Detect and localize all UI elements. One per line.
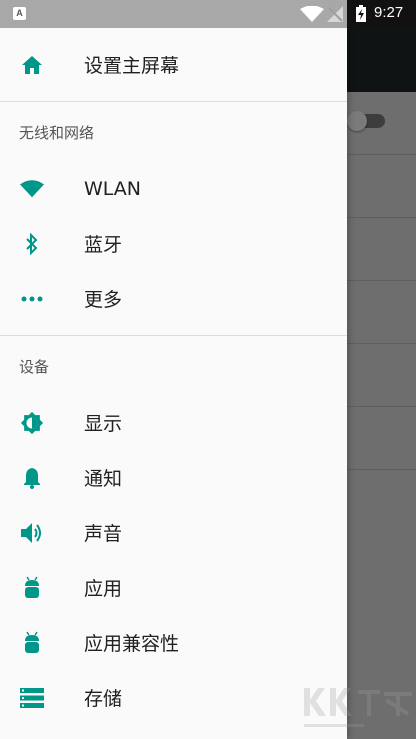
- background-row-divider: [347, 280, 416, 281]
- background-toggle-switch: [347, 111, 385, 131]
- wifi-icon: [20, 177, 44, 201]
- drawer-item-label: 应用: [84, 578, 123, 600]
- drawer-item-sound[interactable]: 声音: [0, 505, 347, 560]
- section-header-device: 设备: [19, 358, 50, 376]
- wifi-status-icon: [300, 6, 324, 22]
- background-row-divider: [347, 154, 416, 155]
- drawer-item-bluetooth[interactable]: 蓝牙: [0, 216, 347, 271]
- battery-charging-icon: [356, 5, 366, 22]
- drawer-item-label: 更多: [84, 289, 123, 311]
- drawer-item-wlan[interactable]: WLAN: [0, 161, 347, 216]
- background-row-divider: [347, 406, 416, 407]
- brightness-icon: [20, 411, 44, 435]
- drawer-item-display[interactable]: 显示: [0, 395, 347, 450]
- screen: A 9:27 设置主屏幕 无线和网络 WLAN 蓝牙 更多 设备 显示 通知 声…: [0, 0, 416, 739]
- section-header-wireless: 无线和网络: [19, 124, 95, 142]
- drawer-divider: [0, 101, 347, 102]
- drawer-item-label: WLAN: [84, 177, 142, 200]
- volume-icon: [20, 521, 44, 545]
- home-icon: [20, 53, 44, 77]
- background-row-divider: [347, 469, 416, 470]
- no-signal-icon: [327, 6, 343, 22]
- watermark-logo: [304, 688, 412, 727]
- bell-icon: [20, 466, 44, 490]
- background-toolbar: [347, 28, 416, 92]
- android-icon: [20, 631, 44, 655]
- drawer-item-label: 应用兼容性: [84, 633, 180, 655]
- storage-icon: [20, 686, 44, 710]
- android-icon: [20, 576, 44, 600]
- drawer-item-apps[interactable]: 应用: [0, 560, 347, 615]
- drawer-item-notifications[interactable]: 通知: [0, 450, 347, 505]
- background-settings-screen: [347, 28, 416, 739]
- drawer-item-label: 存储: [84, 688, 123, 710]
- status-bar-scrim: [0, 0, 347, 28]
- notification-app-icon: A: [13, 7, 26, 20]
- drawer-item-app-compatibility[interactable]: 应用兼容性: [0, 615, 347, 670]
- drawer-item-home-settings[interactable]: 设置主屏幕: [0, 37, 347, 92]
- bluetooth-icon: [20, 232, 44, 256]
- drawer-item-label: 蓝牙: [84, 234, 123, 256]
- drawer-item-label: 显示: [84, 413, 123, 435]
- drawer-item-more[interactable]: 更多: [0, 271, 347, 326]
- more-horiz-icon: [20, 287, 44, 311]
- status-time: 9:27: [374, 4, 404, 21]
- background-row-divider: [347, 217, 416, 218]
- drawer-item-label: 通知: [84, 468, 123, 490]
- background-row-divider: [347, 343, 416, 344]
- navigation-drawer: 设置主屏幕 无线和网络 WLAN 蓝牙 更多 设备 显示 通知 声音 应用 应用…: [0, 28, 347, 739]
- drawer-divider: [0, 335, 347, 336]
- status-bar: A 9:27: [0, 0, 416, 28]
- drawer-item-label: 设置主屏幕: [84, 55, 180, 77]
- drawer-item-storage[interactable]: 存储: [0, 670, 347, 725]
- drawer-item-label: 声音: [84, 523, 123, 545]
